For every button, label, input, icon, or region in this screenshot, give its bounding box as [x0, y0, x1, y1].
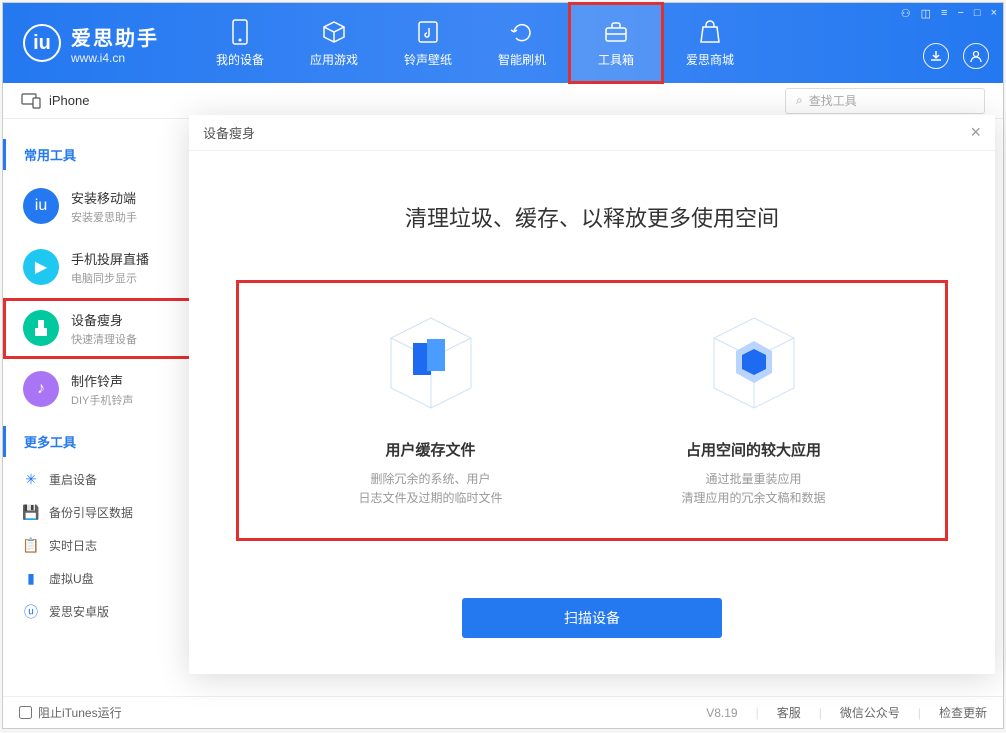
- loading-icon: ✳: [23, 472, 39, 488]
- footer-right: V8.19 | 客服 | 微信公众号 | 检查更新: [706, 704, 987, 721]
- modal-close-button[interactable]: ×: [970, 122, 981, 143]
- modal-header: 设备瘦身 ×: [189, 115, 995, 151]
- nav-tab-store[interactable]: 爱思商城: [663, 3, 757, 83]
- search-input[interactable]: ⌕ 查找工具: [785, 88, 985, 114]
- feature-row: 用户缓存文件 删除冗余的系统、用户 日志文件及过期的临时文件: [239, 283, 945, 538]
- bag-icon: [697, 19, 723, 45]
- monitor-icon: [21, 93, 41, 109]
- maximize-icon[interactable]: □: [974, 7, 981, 20]
- footer-left: 阻止iTunes运行: [19, 704, 122, 721]
- download-button[interactable]: [923, 43, 949, 69]
- user-button[interactable]: [963, 43, 989, 69]
- device-name: iPhone: [49, 93, 89, 108]
- footer-link-update[interactable]: 检查更新: [939, 704, 987, 721]
- menu-icon[interactable]: ≡: [941, 7, 947, 20]
- device-info[interactable]: iPhone: [21, 93, 89, 109]
- install-icon: iu: [23, 188, 59, 224]
- logo-icon: iu: [23, 24, 61, 62]
- header-actions: [923, 43, 989, 69]
- save-icon: 💾: [23, 505, 39, 521]
- toolbox-icon: [603, 19, 629, 45]
- scan-device-button[interactable]: 扫描设备: [462, 598, 722, 638]
- app-title: 爱思助手: [71, 22, 159, 51]
- nav-tabs: 我的设备 应用游戏 铃声壁纸 智能刷机: [193, 3, 757, 83]
- window-controls: ⚇ ◫ ≡ − □ ×: [901, 7, 997, 20]
- feature-title: 用户缓存文件: [385, 439, 475, 460]
- search-icon: ⌕: [796, 93, 803, 108]
- footer: 阻止iTunes运行 V8.19 | 客服 | 微信公众号 | 检查更新: [3, 696, 1003, 728]
- block-itunes-label: 阻止iTunes运行: [38, 704, 122, 721]
- header: iu 爱思助手 www.i4.cn 我的设备 应用游戏: [3, 3, 1003, 83]
- nav-tab-ringtones[interactable]: 铃声壁纸: [381, 3, 475, 83]
- version-label: V8.19: [706, 706, 737, 720]
- nav-tab-my-device[interactable]: 我的设备: [193, 3, 287, 83]
- refresh-icon: [509, 19, 535, 45]
- logo-area[interactable]: iu 爱思助手 www.i4.cn: [23, 22, 193, 65]
- play-icon: ▶: [23, 249, 59, 285]
- app-url: www.i4.cn: [71, 51, 159, 65]
- block-itunes-checkbox[interactable]: [19, 706, 32, 719]
- lock-icon[interactable]: ◫: [921, 7, 931, 20]
- modal-headline: 清理垃圾、缓存、以释放更多使用空间: [229, 201, 955, 233]
- footer-link-support[interactable]: 客服: [777, 704, 801, 721]
- usb-icon: ▮: [23, 571, 39, 587]
- apps-cube-icon: [694, 303, 814, 423]
- nav-tab-apps[interactable]: 应用游戏: [287, 3, 381, 83]
- feature-title: 占用空间的较大应用: [686, 439, 821, 460]
- nav-tab-flash[interactable]: 智能刷机: [475, 3, 569, 83]
- broom-icon: [23, 310, 59, 346]
- device-slim-modal: 设备瘦身 × 清理垃圾、缓存、以释放更多使用空间 用户缓存文件: [189, 115, 995, 674]
- nav-tab-toolbox[interactable]: 工具箱: [569, 3, 663, 83]
- android-icon: ⓤ: [23, 604, 39, 620]
- modal-body: 清理垃圾、缓存、以释放更多使用空间 用户缓存文件 删除冗余的系统、用户: [189, 151, 995, 678]
- close-icon[interactable]: ×: [991, 7, 997, 20]
- footer-link-wechat[interactable]: 微信公众号: [840, 704, 900, 721]
- device-icon: [227, 19, 253, 45]
- cache-cube-icon: [371, 303, 491, 423]
- feature-cache-files[interactable]: 用户缓存文件 删除冗余的系统、用户 日志文件及过期的临时文件: [269, 303, 592, 508]
- note-icon: ♪: [23, 371, 59, 407]
- minimize-icon[interactable]: −: [957, 7, 963, 20]
- feature-desc: 删除冗余的系统、用户 日志文件及过期的临时文件: [358, 470, 502, 508]
- sub-header: iPhone ⌕ 查找工具: [3, 83, 1003, 119]
- modal-title: 设备瘦身: [203, 123, 255, 142]
- shirt-icon[interactable]: ⚇: [901, 7, 911, 20]
- music-file-icon: [415, 19, 441, 45]
- feature-desc: 通过批量重装应用 清理应用的冗余文稿和数据: [681, 470, 825, 508]
- app-window: iu 爱思助手 www.i4.cn 我的设备 应用游戏: [2, 2, 1004, 729]
- log-icon: 📋: [23, 538, 39, 554]
- feature-large-apps[interactable]: 占用空间的较大应用 通过批量重装应用 清理应用的冗余文稿和数据: [592, 303, 915, 508]
- cube-icon: [321, 19, 347, 45]
